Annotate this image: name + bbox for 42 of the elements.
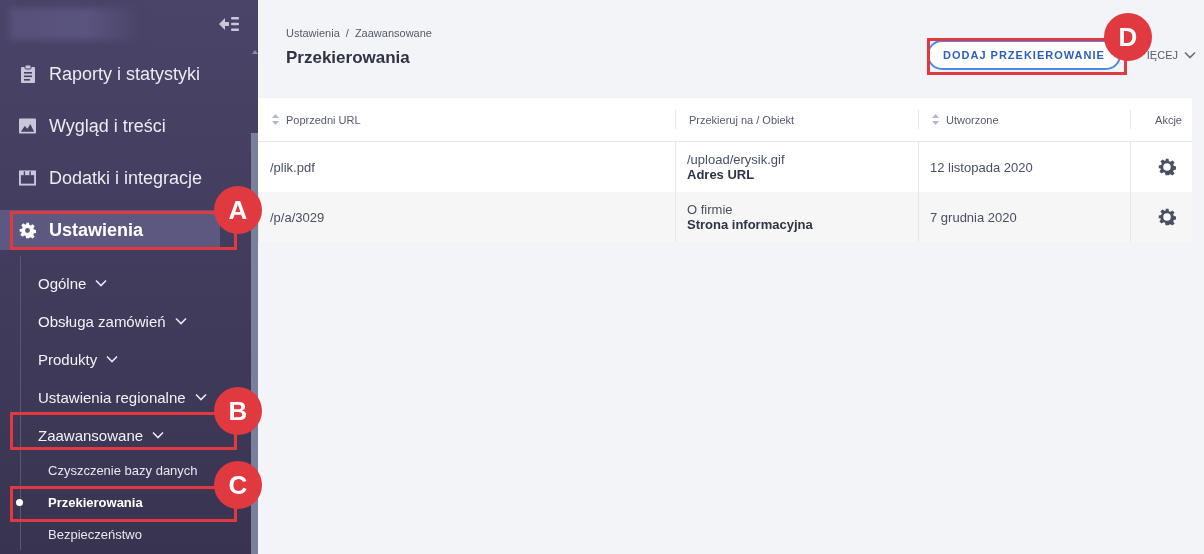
chevron-down-icon	[106, 355, 119, 363]
chevron-down-icon	[174, 317, 187, 325]
submenu-link[interactable]: Bezpieczeństwo	[21, 518, 146, 550]
collapse-menu-icon[interactable]	[218, 16, 240, 32]
target-type: Adres URL	[687, 167, 756, 182]
more-menu[interactable]: IĘCEJ	[1146, 49, 1196, 61]
column-header[interactable]: Poprzedni URL	[258, 98, 675, 142]
submenu-item[interactable]: Produkty	[21, 340, 119, 378]
sidebar-item[interactable]: Wygląd i treści	[0, 100, 220, 152]
sidebar-item[interactable]: Raporty i statystyki	[0, 48, 220, 100]
chevron-down-icon	[152, 431, 165, 439]
table-cell: /plik.pdf	[258, 142, 675, 192]
column-header: Akcje	[1130, 98, 1192, 142]
chevron-down-icon	[194, 393, 207, 401]
gear-icon	[19, 221, 36, 239]
submenu-item[interactable]: Zaawansowane	[21, 416, 165, 454]
breadcrumb-item[interactable]: Zaawansowane	[354, 27, 432, 39]
submenu-item[interactable]: Obsługa zamówień	[21, 302, 187, 340]
sort-icon[interactable]	[932, 114, 939, 125]
active-dot	[16, 499, 23, 506]
breadcrumb-item[interactable]: Ustawienia	[286, 27, 340, 39]
submenu-item[interactable]: Ustawienia regionalne	[21, 378, 207, 416]
page-title: Przekierowania	[286, 48, 411, 68]
clipboard-icon	[19, 65, 36, 83]
target-url: O firmie	[687, 202, 734, 217]
submenu-link[interactable]: Czyszczenie bazy danych	[21, 454, 202, 486]
submenu-item[interactable]: Ogólne	[21, 264, 108, 302]
sort-icon[interactable]	[272, 114, 279, 125]
window-icon	[19, 170, 36, 186]
column-header[interactable]: Utworzone	[918, 98, 1130, 142]
chevron-down-icon	[1184, 51, 1196, 59]
column-header: Przekieruj na / Obiekt	[675, 98, 918, 142]
target-url: /upload/erysik.gif	[687, 152, 786, 167]
image-icon	[19, 118, 36, 134]
target-type: Strona informacyjna	[687, 217, 814, 232]
settings-icon[interactable]	[1158, 208, 1176, 226]
table-cell: 12 listopada 2020	[918, 142, 1130, 192]
breadcrumb-item[interactable]: /	[345, 27, 349, 39]
submenu-link[interactable]: Przekierowania	[21, 486, 147, 518]
settings-icon[interactable]	[1158, 158, 1176, 176]
more-label: IĘCEJ	[1146, 49, 1178, 61]
chevron-down-icon	[95, 279, 108, 287]
